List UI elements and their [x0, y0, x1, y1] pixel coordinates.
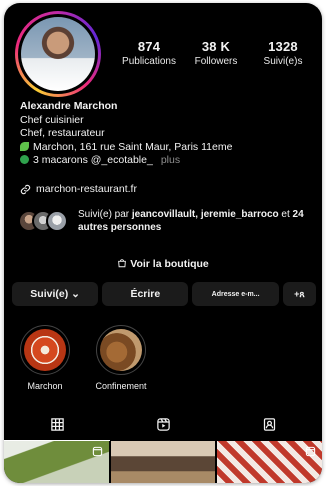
followed-by-joiner: et — [278, 209, 293, 220]
profile-screen: 874 Publications 38 K Followers 1328 Sui… — [4, 3, 322, 483]
leaf-icon — [20, 141, 29, 151]
followed-by-names: jeancovillault, jeremie_barroco — [131, 209, 279, 220]
bio-more-link[interactable]: plus — [161, 154, 180, 166]
post-thumbnail[interactable] — [4, 441, 109, 483]
profile-bio: Alexandre Marchon Chef cuisinier Chef, r… — [20, 100, 314, 168]
shop-icon — [118, 259, 127, 268]
grid-icon — [50, 417, 64, 431]
stat-followers[interactable]: 38 K Followers — [183, 39, 249, 67]
profile-avatar[interactable] — [15, 11, 101, 97]
highlight-cover — [24, 329, 66, 371]
view-shop-button[interactable]: Voir la boutique — [4, 258, 322, 270]
link-text: marchon-restaurant.fr — [36, 183, 137, 195]
stat-publications[interactable]: 874 Publications — [116, 39, 182, 67]
following-button[interactable]: Suivi(e) ⌄ — [12, 282, 99, 306]
profile-name: Alexandre Marchon — [20, 100, 118, 112]
highlight-cover — [100, 329, 142, 371]
bio-line: Chef, restaurateur — [20, 127, 105, 139]
bio-award: 3 macarons @_ecotable_ — [33, 154, 153, 166]
post-thumbnail[interactable] — [110, 441, 216, 483]
highlight-label: Marchon — [27, 381, 63, 391]
reel-icon — [92, 446, 102, 457]
bio-award-line: 3 macarons @_ecotable_ plus — [20, 154, 314, 168]
profile-actions: Suivi(e) ⌄ Écrire Adresse e-m... +ጸ — [12, 282, 317, 306]
bio-address-line: Marchon, 161 rue Saint Maur, Paris 11eme — [20, 141, 314, 155]
email-button[interactable]: Adresse e-m... — [192, 282, 279, 306]
posts-grid — [4, 441, 322, 483]
reels-icon — [156, 417, 170, 431]
reel-icon — [305, 446, 316, 457]
tab-tagged[interactable] — [216, 407, 322, 441]
stat-label: Publications — [122, 56, 176, 67]
message-button[interactable]: Écrire — [102, 282, 189, 306]
stat-value: 38 K — [201, 39, 231, 54]
post-thumbnail[interactable] — [217, 441, 322, 483]
highlight-marchon[interactable]: Marchon — [18, 325, 72, 391]
follower-avatars — [18, 208, 78, 234]
bio-address: Marchon, 161 rue Saint Maur, Paris 11eme — [33, 140, 233, 153]
avatar-photo — [21, 17, 95, 91]
followed-by-text: Suivi(e) par jeancovillault, jeremie_bar… — [78, 208, 316, 234]
profile-link[interactable]: marchon-restaurant.fr — [20, 183, 137, 195]
tab-grid[interactable] — [4, 407, 110, 441]
view-shop-label: Voir la boutique — [130, 258, 209, 270]
followed-by[interactable]: Suivi(e) par jeancovillault, jeremie_bar… — [18, 208, 316, 234]
highlight-label: Confinement — [95, 381, 147, 391]
link-icon — [20, 184, 31, 194]
stat-label: Suivi(e)s — [263, 56, 303, 67]
tab-reels[interactable] — [110, 407, 216, 441]
follower-avatar — [46, 210, 68, 232]
highlight-confinement[interactable]: Confinement — [94, 325, 148, 391]
story-highlights: Marchon Confinement — [18, 325, 148, 391]
profile-stats: 874 Publications 38 K Followers 1328 Sui… — [116, 39, 316, 67]
stat-value: 874 — [137, 39, 161, 54]
add-person-button[interactable]: +ጸ — [282, 282, 317, 306]
green-circle-icon — [20, 155, 29, 164]
bio-line: Chef cuisinier — [20, 113, 84, 126]
stat-following[interactable]: 1328 Suivi(e)s — [250, 39, 316, 67]
followed-by-prefix: Suivi(e) par — [78, 209, 132, 220]
tagged-icon — [263, 417, 275, 431]
stat-value: 1328 — [268, 39, 298, 54]
profile-tabs — [4, 407, 322, 441]
stat-label: Followers — [194, 56, 238, 67]
